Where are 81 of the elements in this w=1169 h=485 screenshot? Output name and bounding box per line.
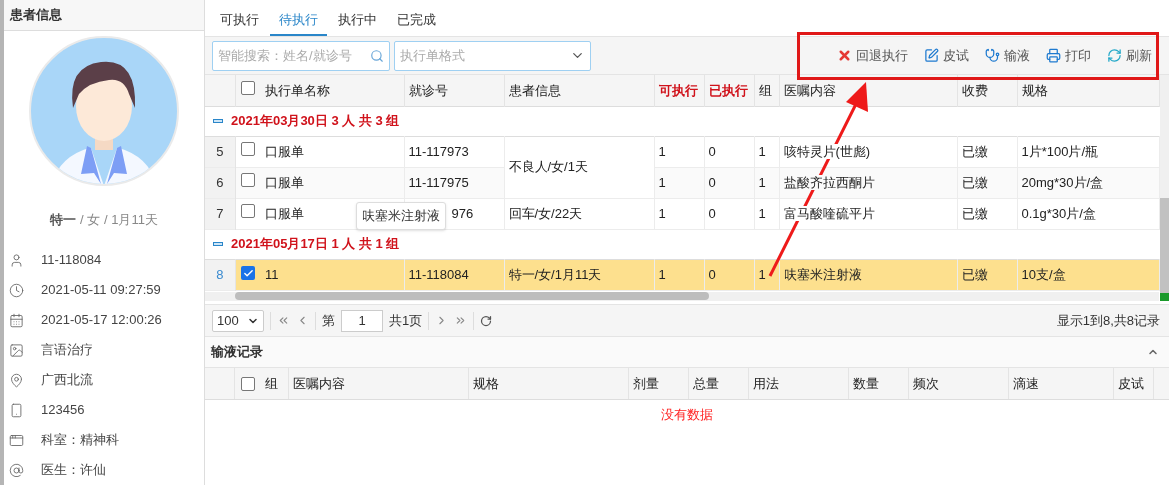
column-header: 已执行 (708, 82, 748, 98)
column-header: 执行单名称 (265, 82, 330, 98)
table-cell: 20mg*30片/盒 (1017, 167, 1159, 198)
column-header: 数量 (853, 374, 879, 393)
table-cell: 1片*100片/瓶 (1017, 136, 1159, 167)
patient-summary: / 女 / 1月11天 (80, 210, 158, 229)
patient-detail: 医生：许仙 (41, 461, 106, 480)
column-header: 就诊号 (408, 82, 448, 98)
table-cell: 不良人/女/1天 (504, 136, 654, 198)
print-button[interactable]: 打印 (1046, 45, 1091, 66)
page-total: 共1页 (389, 311, 423, 330)
tooltip: 呋塞米注射液 (356, 202, 446, 230)
table-cell: 1 (654, 136, 704, 167)
table-cell: 11-117973 (404, 136, 504, 167)
patient-detail: 广西北流 (41, 371, 93, 390)
table-cell: 咳特灵片(世彪) (779, 136, 957, 167)
column-header: 组 (758, 82, 772, 98)
tab[interactable]: 执行中 (329, 5, 386, 36)
patient-detail: 2021-05-11 09:27:59 (41, 281, 161, 300)
page-label: 第 (322, 311, 335, 330)
column-header: 医嘱内容 (783, 82, 836, 98)
patient-detail: 言语治疗 (41, 341, 93, 360)
tab[interactable]: 可执行 (211, 5, 268, 36)
column-header: 规格 (1021, 82, 1048, 98)
column-header: 组 (265, 374, 278, 393)
table-cell: 1 (654, 259, 704, 290)
record-summary: 显示1到8,共8记录 (1056, 311, 1161, 330)
patient-detail: 11-118084 (41, 251, 102, 270)
column-header: 皮试 (1118, 374, 1144, 393)
row-number[interactable]: 6 (205, 167, 235, 198)
row-number[interactable]: 5 (205, 136, 235, 167)
table-cell: 盐酸齐拉西酮片 (779, 167, 957, 198)
group-title: 2021年03月30日 3 人 共 3 组 (231, 112, 400, 131)
patient-detail: 123456 (41, 401, 85, 420)
table-cell: 已缴 (957, 136, 1017, 167)
table-cell: 0.1g*30片/盒 (1017, 198, 1159, 229)
page-size-select[interactable]: 100 (212, 309, 264, 332)
edit-button[interactable]: 皮试 (924, 45, 969, 66)
patient-name: 特一 (50, 210, 77, 229)
column-header: 滴速 (1013, 374, 1039, 393)
table-cell: 11 (261, 259, 404, 290)
infusion-button[interactable]: 输液 (985, 45, 1030, 66)
table-cell: 0 (704, 167, 754, 198)
empty-message: 没有数据 (661, 406, 713, 424)
column-header: 总量 (693, 374, 719, 393)
table-cell: 口服单 (261, 136, 404, 167)
table-cell: 呋塞米注射液 (779, 259, 957, 290)
table-cell: 口服单 (261, 167, 404, 198)
search-field[interactable]: 智能搜索：姓名/就诊号 (212, 40, 390, 71)
group-title: 2021年05月17日 1 人 共 1 组 (231, 235, 400, 254)
rollback-button[interactable]: 回退执行 (837, 45, 908, 66)
table-cell: 已缴 (957, 198, 1017, 229)
table-cell: 0 (704, 198, 754, 229)
column-header: 收费 (961, 82, 988, 98)
section-title: 输液记录 (211, 343, 263, 362)
table-cell: 10支/盒 (1017, 259, 1159, 290)
panel-header: 患者信息 (4, 0, 204, 31)
column-header: 剂量 (633, 374, 659, 393)
table-cell: 1 (654, 198, 704, 229)
page-field[interactable]: 1 (341, 309, 383, 332)
patient-detail: 2021-05-17 12:00:26 (41, 311, 162, 330)
column-header: 医嘱内容 (293, 374, 345, 393)
table-cell: 0 (704, 259, 754, 290)
tab[interactable]: 已完成 (388, 5, 445, 36)
table-cell: 1 (654, 167, 704, 198)
column-header: 用法 (753, 374, 779, 393)
column-header: 规格 (473, 374, 499, 393)
table-cell: 已缴 (957, 167, 1017, 198)
column-header: 频次 (913, 374, 939, 393)
table-cell: 回车/女/22天 (504, 198, 654, 229)
table-cell: 富马酸喹硫平片 (779, 198, 957, 229)
table-cell: 0 (704, 136, 754, 167)
table-cell: 11-118084 (404, 259, 504, 290)
column-header: 可执行 (658, 82, 698, 98)
refresh-button[interactable]: 刷新 (1107, 45, 1152, 66)
column-header: 患者信息 (508, 82, 561, 98)
table-cell: 11-117975 (404, 167, 504, 198)
row-number[interactable]: 7 (205, 198, 235, 229)
table-cell: 已缴 (957, 259, 1017, 290)
table-cell: 特一/女/1月11天 (504, 259, 654, 290)
patient-detail: 科室：精神科 (41, 431, 119, 450)
